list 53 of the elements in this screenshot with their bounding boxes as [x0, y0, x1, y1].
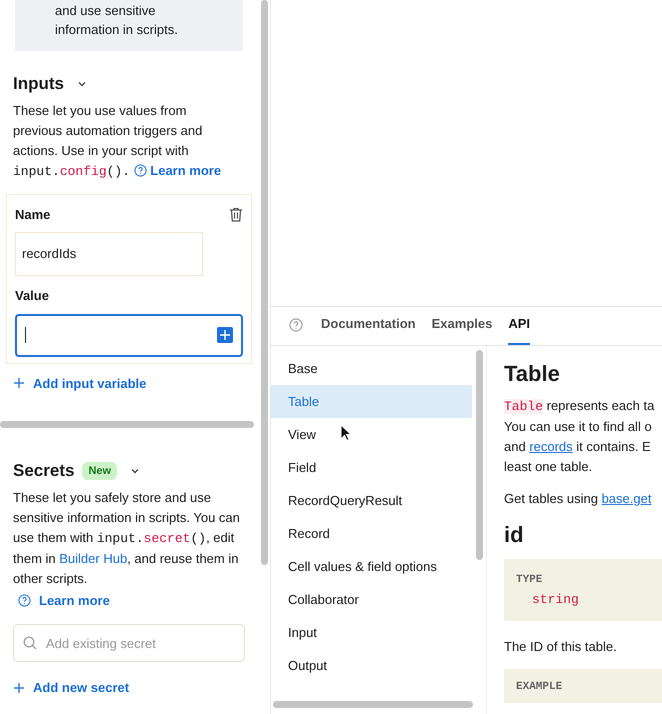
type-value: string [531, 593, 580, 607]
plus-icon [13, 682, 25, 694]
name-field[interactable]: recordIds [15, 232, 203, 276]
api-nav-item[interactable]: Table [271, 385, 472, 418]
help-icon[interactable] [289, 318, 303, 332]
property-description: The ID of this table. [504, 638, 618, 656]
secrets-description: These let you safely store and use sensitive information in scripts. You can use them with input.secret(), edit them in Builder Hub, and reuse them in other scripts. [13, 488, 241, 588]
plus-icon [13, 377, 25, 390]
doc-tab[interactable]: Examples [432, 305, 492, 345]
records-link[interactable]: records [529, 439, 573, 454]
api-nav-item[interactable]: Input [271, 616, 472, 649]
value-field[interactable] [15, 314, 243, 356]
api-nav-item[interactable]: Record [271, 517, 472, 550]
api-nav-item[interactable]: Collaborator [271, 583, 472, 616]
new-badge: New [82, 462, 118, 480]
section-title: Secrets [13, 460, 74, 482]
method-link[interactable]: base.get [602, 491, 652, 506]
inputs-description: These let you use values from previous automation triggers and actions. Use in your script with input.config(). Learn more [13, 102, 222, 180]
add-token-icon[interactable] [217, 327, 233, 343]
builder-hub-link[interactable]: Builder Hub [59, 550, 128, 566]
api-nav-item[interactable]: View [271, 418, 472, 451]
field-label: Value [15, 287, 50, 305]
scrollbar[interactable] [260, 0, 268, 565]
article-text: Get tables using base.get [504, 490, 652, 508]
api-nav-item[interactable]: RecordQueryResult [271, 484, 472, 517]
api-nav-item[interactable]: Base [271, 352, 472, 385]
secret-search-field[interactable]: Add existing secret [13, 624, 245, 662]
scrollbar[interactable] [273, 701, 473, 708]
type-label: TYPE [516, 573, 544, 587]
example-label: EXAMPLE [516, 680, 564, 695]
help-icon[interactable] [18, 594, 31, 607]
cursor-icon [340, 424, 352, 442]
property-heading: id [504, 521, 525, 549]
notice-text: and use sensitive [55, 2, 156, 20]
field-label: Name [15, 206, 50, 224]
trash-icon[interactable] [229, 206, 243, 222]
help-icon[interactable] [134, 164, 147, 176]
scrollbar[interactable] [476, 350, 482, 560]
doc-tab[interactable]: Documentation [321, 305, 416, 345]
doc-tab[interactable]: API [508, 305, 530, 345]
api-nav-item[interactable]: Field [271, 451, 472, 484]
api-nav-item[interactable]: Cell values & field options [271, 550, 472, 583]
resize-handle[interactable] [0, 421, 254, 428]
search-icon [23, 636, 37, 650]
section-title: Inputs [13, 73, 64, 95]
add-input-button[interactable]: Add input variable [13, 374, 146, 393]
add-secret-button[interactable]: Add new secret [13, 678, 130, 698]
notice-text: information in scripts. [55, 21, 179, 39]
api-nav-item[interactable]: Output [271, 649, 472, 682]
article-intro: Table represents each ta You can use it to find all o and records it contains. E least one table. [504, 397, 656, 476]
article-title: Table [504, 360, 561, 388]
learn-more-link[interactable]: Learn more [39, 590, 110, 610]
learn-more-link[interactable]: Learn more [150, 162, 222, 178]
